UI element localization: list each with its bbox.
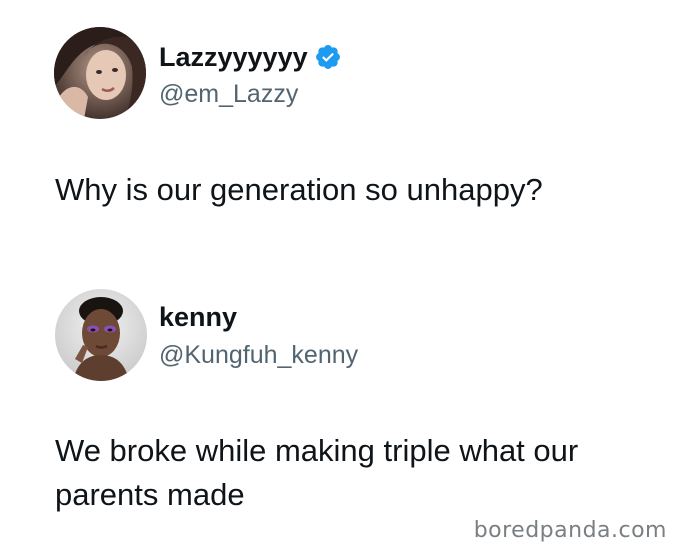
profile-photo-icon	[55, 289, 147, 381]
display-name[interactable]: kenny	[159, 301, 237, 333]
profile-photo-icon	[54, 27, 146, 119]
tweet-text: We broke while making triple what our pa…	[55, 433, 579, 512]
handle[interactable]: @em_Lazzy	[159, 79, 298, 109]
handle[interactable]: @Kungfuh_kenny	[159, 340, 358, 370]
display-name-label: Lazzyyyyyy	[159, 42, 308, 72]
display-name-label: kenny	[159, 302, 238, 332]
avatar[interactable]	[54, 27, 146, 119]
watermark: boredpanda.com	[473, 518, 667, 543]
tweet-text: Why is our generation so unhappy?	[55, 172, 543, 207]
verified-badge-icon	[314, 43, 342, 71]
display-name[interactable]: Lazzyyyyyy	[159, 41, 342, 73]
avatar[interactable]	[55, 289, 147, 381]
